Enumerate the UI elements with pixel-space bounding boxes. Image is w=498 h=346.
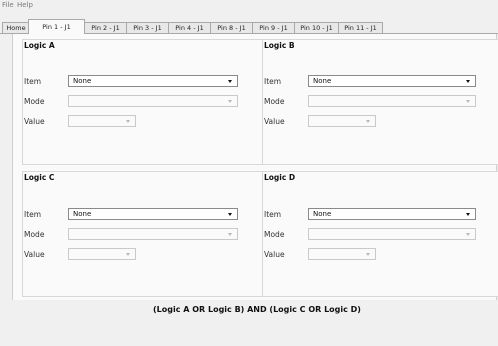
value-label: Value bbox=[264, 250, 285, 259]
tab-pin-1-j1[interactable]: Pin 1 - J1 bbox=[28, 19, 85, 35]
mode-label: Mode bbox=[24, 97, 45, 106]
item-select-value: None bbox=[313, 77, 332, 85]
chevron-down-icon bbox=[466, 100, 470, 103]
item-label: Item bbox=[24, 210, 42, 219]
chevron-down-icon bbox=[228, 213, 232, 216]
item-select[interactable]: None bbox=[68, 75, 238, 87]
mode-select[interactable] bbox=[68, 95, 238, 107]
mode-select[interactable] bbox=[308, 95, 476, 107]
item-select[interactable]: None bbox=[68, 208, 238, 220]
mode-label: Mode bbox=[264, 230, 285, 239]
value-select[interactable] bbox=[308, 248, 376, 260]
panel-title: Logic D bbox=[264, 173, 296, 182]
item-label: Item bbox=[264, 210, 282, 219]
menu-help[interactable]: Help bbox=[17, 0, 33, 10]
chevron-down-icon bbox=[466, 80, 470, 83]
mode-select[interactable] bbox=[308, 228, 476, 240]
tab-pin-9-j1[interactable]: Pin 9 - J1 bbox=[252, 22, 295, 33]
item-select-value: None bbox=[313, 210, 332, 218]
tab-pin-8-j1[interactable]: Pin 8 - J1 bbox=[210, 22, 253, 33]
tab-pin-11-j1[interactable]: Pin 11 - J1 bbox=[338, 22, 383, 33]
chevron-down-icon bbox=[366, 120, 370, 123]
value-label: Value bbox=[24, 117, 45, 126]
chevron-down-icon bbox=[466, 213, 470, 216]
logic-expression: (Logic A OR Logic B) AND (Logic C OR Log… bbox=[153, 305, 361, 314]
item-label: Item bbox=[264, 77, 282, 86]
tab-pin-4-j1[interactable]: Pin 4 - J1 bbox=[168, 22, 211, 33]
tab-pin-10-j1[interactable]: Pin 10 - J1 bbox=[294, 22, 339, 33]
menu-file[interactable]: File bbox=[2, 0, 14, 10]
logic-c-panel: Logic C Item None Mode Value bbox=[22, 171, 263, 297]
item-select-value: None bbox=[73, 77, 92, 85]
chevron-down-icon bbox=[228, 80, 232, 83]
logic-b-panel: Logic B Item None Mode Value bbox=[262, 39, 498, 165]
value-label: Value bbox=[24, 250, 45, 259]
chevron-down-icon bbox=[228, 100, 232, 103]
panel-title: Logic B bbox=[264, 41, 295, 50]
panel-title: Logic C bbox=[24, 173, 55, 182]
value-label: Value bbox=[264, 117, 285, 126]
value-select[interactable] bbox=[68, 115, 136, 127]
value-select[interactable] bbox=[68, 248, 136, 260]
mode-label: Mode bbox=[24, 230, 45, 239]
item-select-value: None bbox=[73, 210, 92, 218]
item-select[interactable]: None bbox=[308, 208, 476, 220]
item-label: Item bbox=[24, 77, 42, 86]
tab-bar: Home Pin 1 - J1 Pin 2 - J1 Pin 3 - J1 Pi… bbox=[0, 10, 498, 35]
tab-pin-3-j1[interactable]: Pin 3 - J1 bbox=[126, 22, 169, 33]
chevron-down-icon bbox=[228, 233, 232, 236]
mode-label: Mode bbox=[264, 97, 285, 106]
chevron-down-icon bbox=[126, 253, 130, 256]
chevron-down-icon bbox=[126, 120, 130, 123]
item-select[interactable]: None bbox=[308, 75, 476, 87]
tab-home[interactable]: Home bbox=[2, 22, 30, 33]
panel-title: Logic A bbox=[24, 41, 55, 50]
tab-pin-2-j1[interactable]: Pin 2 - J1 bbox=[84, 22, 127, 33]
value-select[interactable] bbox=[308, 115, 376, 127]
chevron-down-icon bbox=[366, 253, 370, 256]
logic-a-panel: Logic A Item None Mode Value bbox=[22, 39, 263, 165]
mode-select[interactable] bbox=[68, 228, 238, 240]
menu-bar: File Help bbox=[0, 0, 498, 10]
logic-d-panel: Logic D Item None Mode Value bbox=[262, 171, 498, 297]
chevron-down-icon bbox=[466, 233, 470, 236]
